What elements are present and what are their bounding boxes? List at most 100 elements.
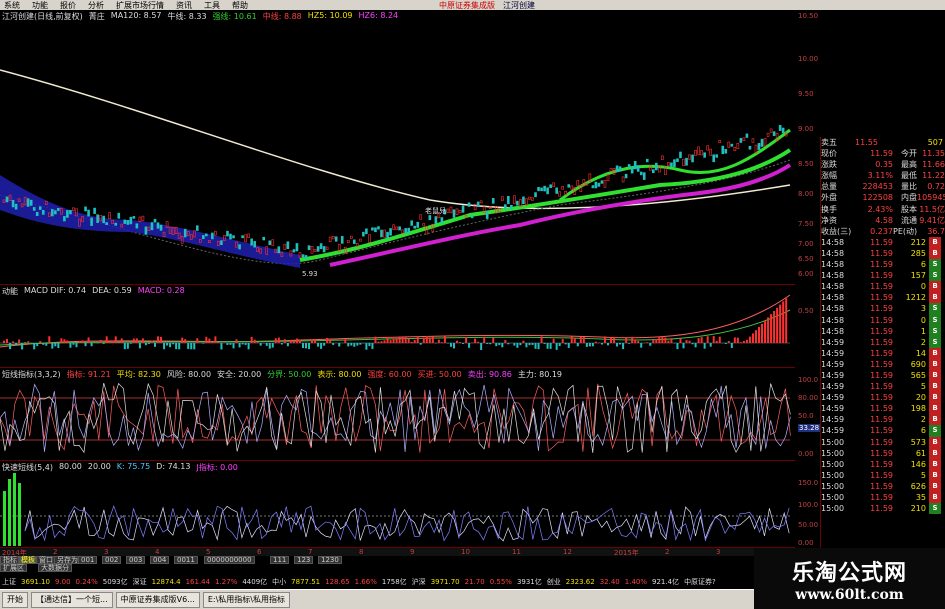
candle (676, 158, 679, 162)
tick-row[interactable]: 15:00 11.59 35 B (821, 492, 945, 504)
indicator-tab[interactable]: 003 (126, 556, 146, 564)
tick-row[interactable]: 14:59 11.59 198 B (821, 403, 945, 415)
tick-price: 11.59 (870, 481, 893, 491)
menu-ext-market[interactable]: 扩展市场行情 (116, 0, 164, 11)
tick-row[interactable]: 14:59 11.59 690 B (821, 358, 945, 370)
tick-row[interactable]: 15:00 11.59 626 B (821, 480, 945, 492)
macd-bar (169, 343, 172, 348)
menu-tools[interactable]: 工具 (204, 0, 220, 11)
taskbar-item[interactable]: 【通达信】一个短... (31, 591, 113, 608)
indicator-tab[interactable]: 004 (150, 556, 170, 564)
logo-title: 乐淘公式网 (791, 559, 907, 586)
menu-info[interactable]: 资讯 (176, 0, 192, 11)
indicator-tab[interactable]: 002 (102, 556, 122, 564)
macd-bar (431, 336, 434, 343)
quote-value: 9.41亿 (919, 215, 945, 225)
menu-help[interactable]: 帮助 (232, 0, 248, 11)
tick-row[interactable]: 14:58 11.59 285 B (821, 247, 945, 260)
kdj-chart (0, 382, 791, 454)
index-value: 0.24% (75, 578, 98, 586)
macd-panel[interactable]: 动能 MACD DIF: 0.74 DEA: 0.59 MACD: 0.28 (0, 285, 795, 368)
indicator-tab[interactable]: 窗口 (36, 556, 56, 564)
tick-row[interactable]: 14:58 11.59 3 S (821, 303, 945, 315)
tick-row[interactable]: 14:59 11.59 14 B (821, 347, 945, 359)
tick-row[interactable]: 15:00 11.59 5 B (821, 469, 945, 481)
tick-row[interactable]: 14:59 11.59 2 B (821, 414, 945, 426)
tick-row[interactable]: 14:59 11.59 5 B (821, 381, 945, 393)
indicator-tab[interactable]: 0011 (174, 556, 198, 564)
candle (633, 160, 637, 170)
tick-row[interactable]: 14:59 11.59 20 B (821, 392, 945, 404)
tick-row[interactable]: 15:00 11.59 61 B (821, 447, 945, 459)
area-tab[interactable]: 扩展区 (0, 564, 27, 572)
indicator-tab[interactable]: 指标 (0, 556, 20, 564)
candle (712, 154, 716, 163)
tick-row[interactable]: 14:58 11.59 157 S (821, 270, 945, 282)
menu-system[interactable]: 系统 (4, 0, 20, 11)
quote-label: 涨幅 (821, 171, 837, 181)
tick-side: B (929, 447, 941, 459)
macd-bar (785, 298, 788, 343)
candle (211, 232, 214, 240)
taskbar-item[interactable]: E:\私用指标\私用指标 (202, 591, 290, 608)
menu-quote[interactable]: 报价 (60, 0, 76, 11)
macd-bar (561, 338, 564, 343)
macd-bar (564, 343, 567, 345)
tick-row[interactable]: 15:00 11.59 146 B (821, 458, 945, 470)
price-tick: 8.00 (798, 190, 814, 198)
candle (132, 216, 136, 219)
start-button[interactable]: 开始 (2, 591, 28, 608)
macd-bar (6, 339, 9, 343)
candle (461, 205, 465, 213)
indicator-tab[interactable]: 模板 (18, 556, 38, 564)
area-tab[interactable]: 大数据分 (38, 564, 72, 572)
date-tick: 11 (512, 548, 521, 556)
index-value: 128.65 (325, 578, 350, 586)
indicator-tab[interactable]: 1230 (318, 556, 342, 564)
tick-row[interactable]: 15:00 11.59 573 B (821, 436, 945, 448)
indicator-tab[interactable]: 另存为 (54, 556, 81, 564)
indicator-tab[interactable]: 111 (270, 556, 290, 564)
menu-function[interactable]: 功能 (32, 0, 48, 11)
menu-analysis[interactable]: 分析 (88, 0, 104, 11)
kdj-panel[interactable]: 短线指标(3,3,2) 指标: 91.21 平均: 82.30 风险: 80.0… (0, 368, 795, 461)
macd-bar (525, 343, 528, 348)
candle (307, 245, 311, 251)
macd-bar (241, 343, 244, 345)
index-value: 7877.51 (291, 578, 321, 586)
tick-row[interactable]: 14:58 11.59 0 S (821, 314, 945, 326)
macd-bar (724, 343, 727, 345)
candle (603, 180, 607, 188)
tick-row[interactable]: 14:58 11.59 212 B (821, 236, 945, 248)
candle (516, 200, 519, 206)
price-tick: 6.00 (798, 270, 814, 278)
tick-row[interactable]: 14:59 11.59 6 S (821, 425, 945, 437)
macd-bar (712, 336, 715, 343)
macd-bar (338, 343, 341, 347)
macd-bar (585, 343, 588, 347)
candle (5, 196, 9, 203)
tick-side: B (929, 247, 941, 260)
candle (205, 233, 208, 237)
taskbar-item[interactable]: 中原证券集成版V6... (115, 591, 200, 608)
tick-row[interactable]: 14:58 11.59 6 S (821, 259, 945, 271)
tick-row[interactable]: 14:58 11.59 1 S (821, 325, 945, 337)
candle (594, 181, 598, 189)
kd-panel[interactable]: 快速短线(5,4) 80.00 20.00 K: 75.75 D: 74.13 … (0, 461, 795, 548)
tick-list[interactable]: 14:58 11.59 212 B 14:58 11.59 285 B 14:58 … (821, 236, 945, 515)
tick-row[interactable]: 15:00 11.59 210 S (821, 503, 945, 515)
indicator-tab[interactable]: 123 (294, 556, 314, 564)
tick-row[interactable]: 14:58 11.59 1212 B (821, 292, 945, 304)
indicator-tab[interactable]: 0000000000 (204, 556, 255, 564)
tick-row[interactable]: 14:58 11.59 0 B (821, 281, 945, 293)
tick-row[interactable]: 14:59 11.59 2 S (821, 336, 945, 348)
indicator-tab[interactable]: 001 (78, 556, 98, 564)
candle (57, 208, 60, 211)
price-panel[interactable]: 江河创建(日线,前复权) 菁庄 MA120: 8.57 牛线: 8.33 强线:… (0, 10, 795, 285)
macd-bar (163, 343, 166, 350)
tick-price: 11.59 (870, 348, 893, 358)
macd-bar (344, 339, 347, 343)
macd-bar (36, 343, 39, 347)
tick-volume: 2 (920, 415, 926, 425)
tick-row[interactable]: 14:59 11.59 565 B (821, 369, 945, 382)
